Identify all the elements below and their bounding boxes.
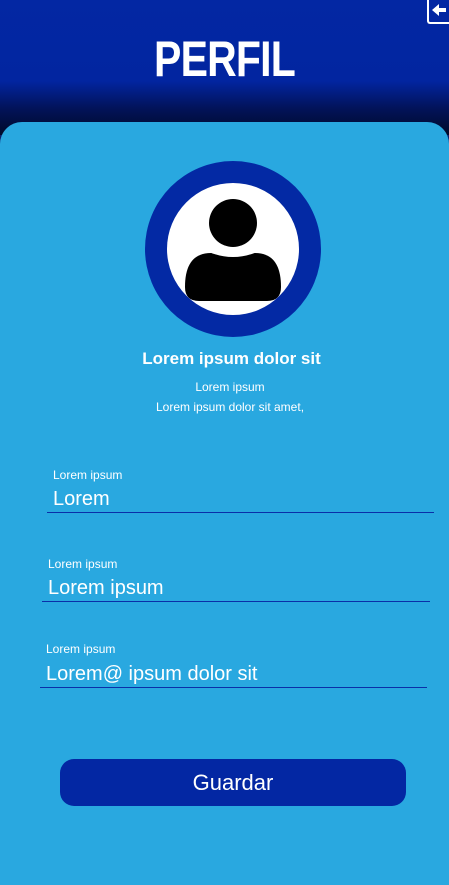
exit-icon xyxy=(432,4,446,16)
profile-description: Lorem ipsum dolor sit amet, xyxy=(155,400,305,414)
exit-button[interactable] xyxy=(427,0,449,24)
field-3-underline xyxy=(40,687,427,688)
user-icon xyxy=(185,199,281,301)
avatar[interactable] xyxy=(167,183,299,315)
field-1-label: Lorem ipsum xyxy=(53,468,123,482)
field-1-underline xyxy=(47,512,434,513)
field-2-underline xyxy=(42,601,430,602)
field-2-input[interactable] xyxy=(48,577,418,600)
save-button[interactable]: Guardar xyxy=(60,759,406,806)
field-3-label: Lorem ipsum xyxy=(46,642,116,656)
profile-name: Lorem ipsum dolor sit xyxy=(142,349,321,368)
field-3-input[interactable] xyxy=(46,663,416,686)
profile-subtitle: Lorem ipsum xyxy=(195,380,265,394)
page-title: PERFIL xyxy=(154,31,296,87)
field-1-input[interactable] xyxy=(53,488,423,511)
field-2-label: Lorem ipsum xyxy=(48,557,118,571)
header-bar: PERFIL xyxy=(0,0,449,135)
